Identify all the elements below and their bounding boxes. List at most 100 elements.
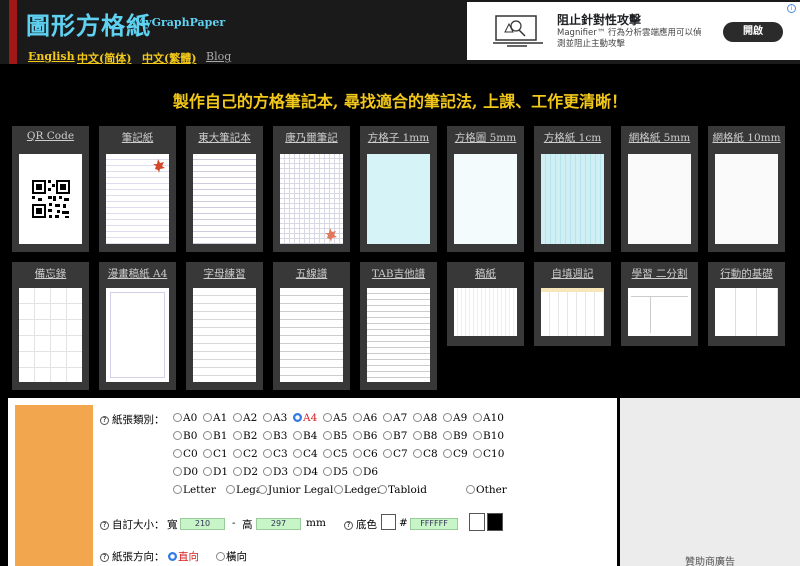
- radio-icon[interactable]: [293, 431, 302, 440]
- paper-thumbnail[interactable]: [193, 288, 256, 382]
- paper-card-label[interactable]: 東大筆記本: [186, 130, 263, 145]
- paper-thumbnail[interactable]: [715, 288, 778, 336]
- size-option-a2[interactable]: A2: [233, 412, 257, 424]
- size-option-d5[interactable]: D5: [323, 466, 348, 478]
- size-option-b2[interactable]: B2: [233, 430, 257, 442]
- orientation-portrait[interactable]: 直向: [168, 549, 199, 564]
- paper-card-mesh-10mm[interactable]: 網格紙 10mm: [708, 126, 785, 252]
- paper-card-alphabet-practice[interactable]: 字母練習: [186, 262, 263, 390]
- paper-card-label[interactable]: 自填週記: [534, 266, 611, 281]
- radio-icon[interactable]: [323, 431, 332, 440]
- size-option-b9[interactable]: B9: [443, 430, 467, 442]
- paper-card-manuscript[interactable]: 稿紙: [447, 262, 524, 346]
- size-option-b5[interactable]: B5: [323, 430, 347, 442]
- ad-banner[interactable]: 阻止針對性攻擊 Magnifier™ 行為分析雲端應用可以偵測並阻止主動攻擊 開…: [467, 2, 800, 60]
- size-option-a0[interactable]: A0: [173, 412, 197, 424]
- paper-card-label[interactable]: 學習 二分割: [621, 266, 698, 281]
- paper-card-label[interactable]: 方格子 1mm: [360, 130, 437, 145]
- size-option-b7[interactable]: B7: [383, 430, 407, 442]
- size-option-d6[interactable]: D6: [353, 466, 378, 478]
- radio-icon[interactable]: [473, 413, 482, 422]
- size-option-d2[interactable]: D2: [233, 466, 258, 478]
- help-icon[interactable]: ?: [100, 521, 109, 530]
- size-option-c0[interactable]: C0: [173, 448, 198, 460]
- bg-color-input[interactable]: FFFFFF: [410, 518, 458, 530]
- size-option-other[interactable]: Other: [466, 484, 507, 496]
- paper-thumbnail[interactable]: [715, 154, 778, 244]
- paper-card-label[interactable]: QR Code: [12, 130, 89, 142]
- size-option-letter[interactable]: Letter: [173, 484, 216, 496]
- size-option-a8[interactable]: A8: [413, 412, 437, 424]
- radio-icon[interactable]: [323, 413, 332, 422]
- lang-english-link[interactable]: English: [28, 50, 75, 63]
- paper-card-label[interactable]: 康乃爾筆記: [273, 130, 350, 145]
- sponsor-ad-area[interactable]: [620, 398, 800, 566]
- size-option-a10[interactable]: A10: [473, 412, 504, 424]
- paper-card-notebook[interactable]: 筆記紙: [99, 126, 176, 252]
- radio-icon[interactable]: [473, 431, 482, 440]
- radio-icon[interactable]: [334, 485, 343, 494]
- size-option-c3[interactable]: C3: [263, 448, 288, 460]
- paper-card-label[interactable]: 筆記紙: [99, 130, 176, 145]
- radio-icon[interactable]: [413, 413, 422, 422]
- size-option-b6[interactable]: B6: [353, 430, 377, 442]
- size-option-c4[interactable]: C4: [293, 448, 318, 460]
- paper-thumbnail[interactable]: [280, 288, 343, 382]
- size-option-d4[interactable]: D4: [293, 466, 318, 478]
- radio-icon[interactable]: [383, 431, 392, 440]
- paper-card-label[interactable]: TAB吉他譜: [360, 266, 437, 281]
- radio-icon[interactable]: [378, 485, 387, 494]
- orientation-landscape[interactable]: 橫向: [216, 549, 247, 564]
- radio-icon[interactable]: [203, 431, 212, 440]
- paper-card-weekly-journal[interactable]: 自填週記: [534, 262, 611, 346]
- paper-card-label[interactable]: 方格紙 1cm: [534, 130, 611, 145]
- paper-card-label[interactable]: 網格紙 10mm: [708, 130, 785, 145]
- paper-card-cornell-notes[interactable]: 康乃爾筆記: [273, 126, 350, 252]
- paper-thumbnail[interactable]: [19, 154, 82, 244]
- radio-icon[interactable]: [233, 449, 242, 458]
- radio-icon[interactable]: [443, 449, 452, 458]
- size-option-c8[interactable]: C8: [413, 448, 438, 460]
- paper-card-label[interactable]: 備忘錄: [12, 266, 89, 281]
- radio-icon[interactable]: [466, 485, 475, 494]
- paper-thumbnail[interactable]: [454, 154, 517, 244]
- paper-card-qr-code[interactable]: QR Code: [12, 126, 89, 252]
- paper-card-label[interactable]: 稿紙: [447, 266, 524, 281]
- radio-icon[interactable]: [383, 413, 392, 422]
- radio-icon[interactable]: [293, 467, 302, 476]
- radio-icon[interactable]: [226, 485, 235, 494]
- radio-icon[interactable]: [323, 467, 332, 476]
- paper-thumbnail[interactable]: [280, 154, 343, 244]
- size-option-a5[interactable]: A5: [323, 412, 347, 424]
- radio-icon[interactable]: [263, 449, 272, 458]
- paper-card-action-basics[interactable]: 行動的基礎: [708, 262, 785, 346]
- paper-card-staff-paper[interactable]: 五線譜: [273, 262, 350, 390]
- paper-thumbnail[interactable]: [541, 288, 604, 336]
- radio-icon[interactable]: [173, 413, 182, 422]
- paper-thumbnail[interactable]: [367, 154, 430, 244]
- size-option-b1[interactable]: B1: [203, 430, 227, 442]
- paper-card-guitar-tab[interactable]: TAB吉他譜: [360, 262, 437, 390]
- size-option-a4[interactable]: A4: [293, 412, 317, 424]
- radio-icon[interactable]: [293, 413, 302, 422]
- paper-thumbnail[interactable]: [19, 288, 82, 382]
- radio-icon[interactable]: [263, 413, 272, 422]
- paper-card-label[interactable]: 漫畫稿紙 A4: [99, 266, 176, 281]
- paper-card-grid-5mm[interactable]: 方格圖 5mm: [447, 126, 524, 252]
- paper-card-label[interactable]: 網格紙 5mm: [621, 130, 698, 145]
- paper-thumbnail[interactable]: [367, 288, 430, 382]
- radio-icon[interactable]: [168, 552, 177, 561]
- size-option-a7[interactable]: A7: [383, 412, 407, 424]
- radio-icon[interactable]: [263, 467, 272, 476]
- blog-link[interactable]: Blog: [206, 50, 231, 63]
- width-input[interactable]: 210: [180, 518, 225, 530]
- radio-icon[interactable]: [293, 449, 302, 458]
- paper-card-label[interactable]: 方格圖 5mm: [447, 130, 524, 145]
- paper-thumbnail[interactable]: [628, 154, 691, 244]
- size-option-ledger[interactable]: Ledger: [334, 484, 382, 496]
- radio-icon[interactable]: [173, 449, 182, 458]
- paper-thumbnail[interactable]: [454, 288, 517, 336]
- radio-icon[interactable]: [353, 413, 362, 422]
- size-option-c5[interactable]: C5: [323, 448, 348, 460]
- size-option-b10[interactable]: B10: [473, 430, 504, 442]
